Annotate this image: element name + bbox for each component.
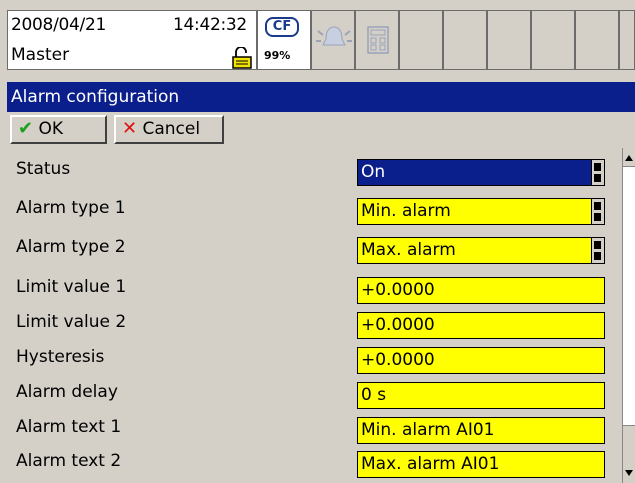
- limit-value-1-input[interactable]: +0.0000: [357, 277, 605, 304]
- row-label: Alarm type 2: [16, 237, 126, 257]
- dropdown-arrow-icon[interactable]: [591, 160, 604, 185]
- calculator-icon: [367, 26, 389, 54]
- alarm-text-2-input[interactable]: Max. alarm AI01: [357, 451, 605, 478]
- checkmark-icon: ✔: [18, 118, 34, 139]
- hysteresis-input[interactable]: +0.0000: [357, 347, 605, 374]
- form-row-alarm-text-1: Alarm text 1 Min. alarm AI01: [7, 413, 622, 447]
- storage-indicator[interactable]: CF 99%: [257, 10, 311, 70]
- scroll-thumb[interactable]: [623, 166, 635, 426]
- dropdown-arrow-icon[interactable]: [591, 199, 604, 224]
- row-label: Hysteresis: [16, 347, 105, 367]
- dialog-toolbar: ✔ OK ✕ Cancel: [7, 112, 635, 148]
- field-value: Min. alarm: [361, 201, 451, 221]
- scroll-up-arrow-icon[interactable]: [623, 150, 635, 164]
- form-row-alarm-delay: Alarm delay 0 s: [7, 378, 622, 412]
- alarm-status-cell[interactable]: [311, 10, 355, 70]
- status-dropdown[interactable]: On: [357, 159, 605, 186]
- form-row-alarm-type-2: Alarm type 2 Max. alarm: [7, 233, 622, 267]
- open-lock-icon[interactable]: [230, 47, 254, 69]
- empty-status-cell: [399, 10, 443, 70]
- status-date: 2008/04/21: [11, 15, 106, 35]
- row-label: Alarm type 1: [16, 198, 126, 218]
- row-label: Alarm text 1: [16, 417, 122, 437]
- cancel-button-label: Cancel: [142, 119, 201, 139]
- window-title: Alarm configuration: [7, 82, 635, 112]
- field-value: Max. alarm: [361, 240, 456, 260]
- cancel-x-icon: ✕: [122, 118, 138, 139]
- empty-status-cell: [575, 10, 619, 70]
- alarm-bell-icon: [316, 26, 352, 46]
- dropdown-arrow-icon[interactable]: [591, 238, 604, 263]
- row-label: Alarm text 2: [16, 451, 122, 471]
- form-row-limit-value-2: Limit value 2 +0.0000: [7, 308, 622, 342]
- scroll-down-arrow-icon[interactable]: [623, 467, 635, 481]
- status-time: 14:42:32: [173, 15, 247, 35]
- status-panel: 2008/04/21 14:42:32 Master: [7, 10, 257, 70]
- form-row-status: Status On: [7, 155, 622, 189]
- ok-button[interactable]: ✔ OK: [10, 115, 107, 144]
- alarm-delay-input[interactable]: 0 s: [357, 382, 605, 409]
- storage-percent: 99%: [264, 49, 291, 62]
- vertical-scrollbar[interactable]: [622, 148, 635, 483]
- alarm-text-1-input[interactable]: Min. alarm AI01: [357, 417, 605, 444]
- row-label: Alarm delay: [16, 382, 118, 402]
- form-row-alarm-text-2: Alarm text 2 Max. alarm AI01: [7, 447, 622, 481]
- cf-card-icon: CF: [265, 17, 299, 37]
- ok-button-label: OK: [38, 119, 64, 139]
- row-label: Status: [16, 159, 71, 179]
- status-user: Master: [11, 45, 70, 65]
- empty-status-cell: [443, 10, 487, 70]
- field-value: On: [361, 162, 386, 182]
- limit-value-2-input[interactable]: +0.0000: [357, 312, 605, 339]
- alarm-config-form: Status On Alarm type 1 Min. alarm Alarm …: [0, 148, 622, 483]
- top-status-bar: 2008/04/21 14:42:32 Master CF 99%: [0, 0, 635, 82]
- row-label: Limit value 2: [16, 312, 127, 332]
- alarm-type-2-dropdown[interactable]: Max. alarm: [357, 237, 605, 264]
- form-row-alarm-type-1: Alarm type 1 Min. alarm: [7, 194, 622, 228]
- row-label: Limit value 1: [16, 277, 127, 297]
- form-row-hysteresis: Hysteresis +0.0000: [7, 343, 622, 377]
- alarm-type-1-dropdown[interactable]: Min. alarm: [357, 198, 605, 225]
- form-row-limit-value-1: Limit value 1 +0.0000: [7, 273, 622, 307]
- empty-status-cell: [531, 10, 575, 70]
- empty-status-cell: [487, 10, 531, 70]
- empty-status-cell: [619, 10, 635, 70]
- calculator-cell[interactable]: [355, 10, 399, 70]
- cancel-button[interactable]: ✕ Cancel: [114, 115, 224, 144]
